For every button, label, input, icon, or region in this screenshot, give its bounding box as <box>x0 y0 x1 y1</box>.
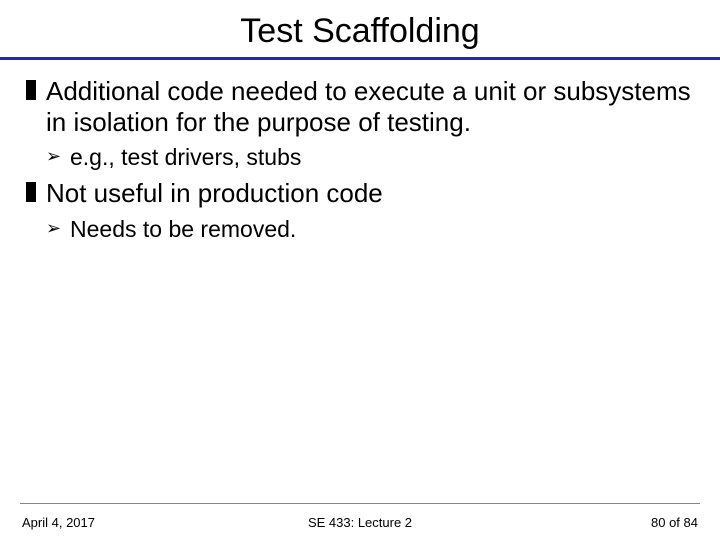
arrow-bullet-icon: ➢ <box>46 145 61 168</box>
slide-title: Test Scaffolding <box>0 0 720 57</box>
sub-bullet-item: ➢ Needs to be removed. <box>46 215 694 244</box>
footer-page-number: 80 of 84 <box>651 515 698 530</box>
square-bullet-icon <box>26 80 36 100</box>
footer-divider <box>20 503 700 504</box>
sub-bullet-item: ➢ e.g., test drivers, stubs <box>46 143 694 172</box>
bullet-text: Not useful in production code <box>46 178 383 208</box>
bullet-item: Not useful in production code <box>26 178 694 209</box>
arrow-bullet-icon: ➢ <box>46 217 61 240</box>
bullet-item: Additional code needed to execute a unit… <box>26 76 694 137</box>
content-area: Additional code needed to execute a unit… <box>0 60 720 244</box>
footer-course: SE 433: Lecture 2 <box>0 515 720 530</box>
sub-bullet-text: e.g., test drivers, stubs <box>70 144 301 170</box>
square-bullet-icon <box>26 182 36 202</box>
sub-bullet-text: Needs to be removed. <box>70 216 296 242</box>
bullet-text: Additional code needed to execute a unit… <box>46 76 691 137</box>
